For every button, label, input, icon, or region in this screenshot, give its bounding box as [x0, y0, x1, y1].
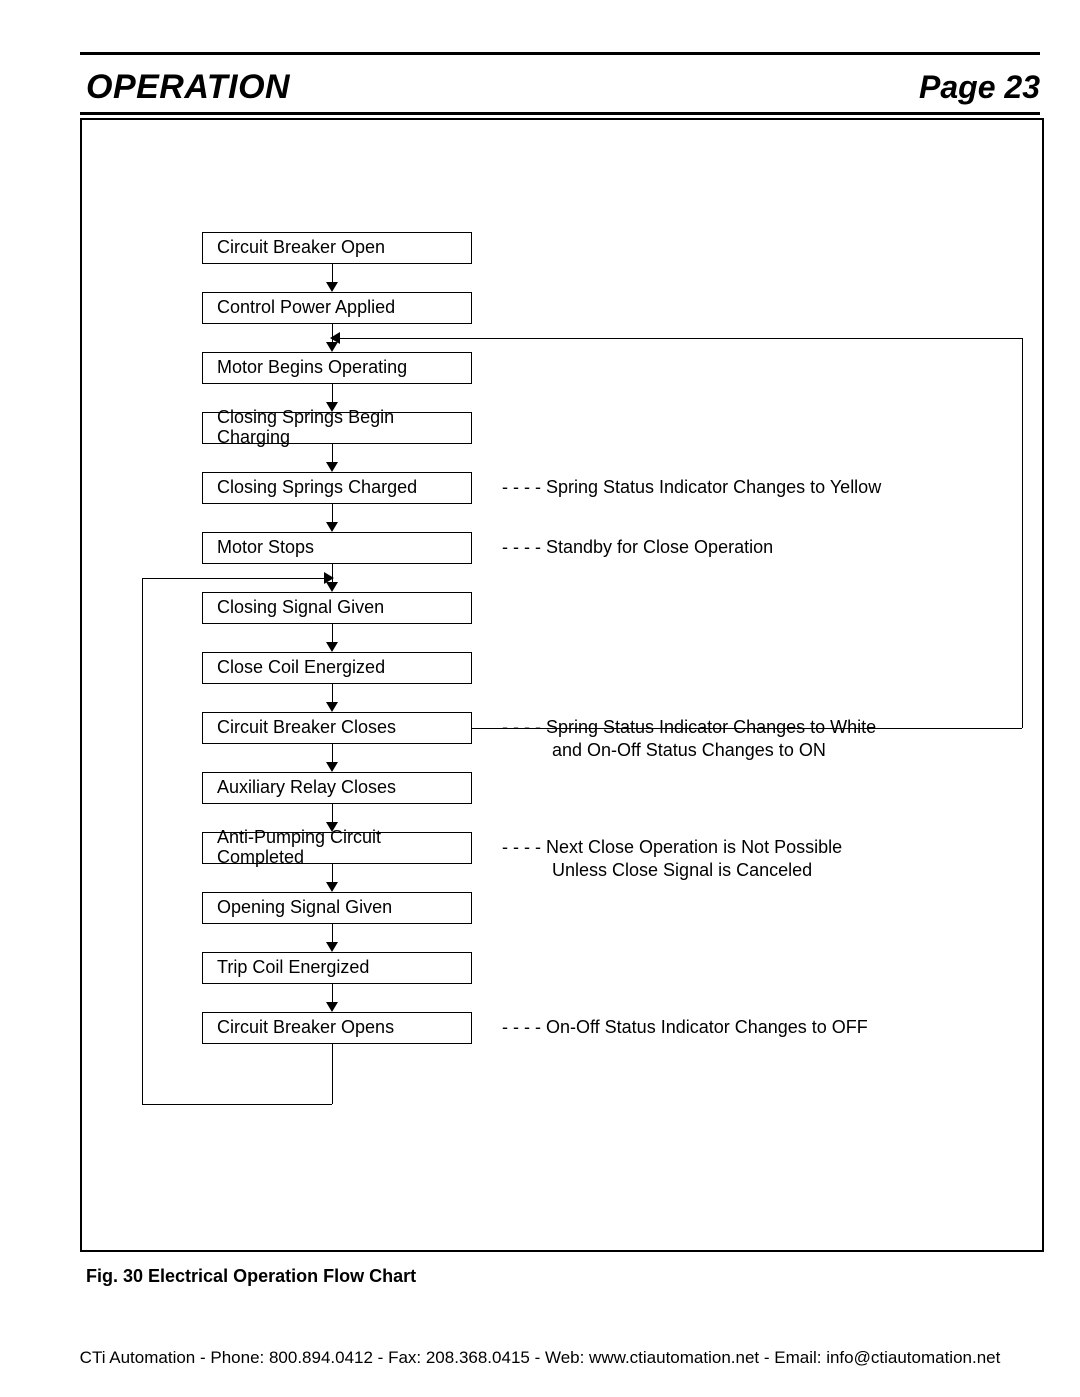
connector [332, 624, 333, 643]
arrow-down-icon [326, 762, 338, 772]
connector [472, 728, 1022, 729]
arrow-down-icon [326, 942, 338, 952]
arrow-down-icon [326, 462, 338, 472]
connector [142, 1104, 332, 1105]
arrow-down-icon [326, 282, 338, 292]
flow-annotation: - - - - On-Off Status Indicator Changes … [502, 1016, 868, 1039]
flow-step-b9: Auxiliary Relay Closes [202, 772, 472, 804]
flow-annotation: - - - - Spring Status Indicator Changes … [502, 716, 876, 763]
page-number: Page 23 [919, 69, 1040, 106]
flow-annotation: - - - - Standby for Close Operation [502, 536, 773, 559]
connector [142, 578, 143, 1104]
flow-step-b13: Circuit Breaker Opens [202, 1012, 472, 1044]
connector [332, 984, 333, 1003]
arrow-down-icon [326, 642, 338, 652]
connector [332, 684, 333, 703]
top-rule [80, 52, 1040, 55]
header-rule [80, 112, 1040, 115]
arrow-down-icon [326, 822, 338, 832]
page-footer: CTi Automation - Phone: 800.894.0412 - F… [0, 1348, 1080, 1368]
flow-step-b12: Trip Coil Energized [202, 952, 472, 984]
flow-step-b0: Circuit Breaker Open [202, 232, 472, 264]
flowchart: Circuit Breaker Open Control Power Applie… [82, 120, 1042, 1250]
flow-step-b6: Closing Signal Given [202, 592, 472, 624]
flow-annotation: - - - - Next Close Operation is Not Poss… [502, 836, 842, 883]
connector [332, 924, 333, 943]
connector [332, 264, 333, 283]
connector [332, 804, 333, 823]
connector [332, 744, 333, 763]
page-header: OPERATION Page 23 [86, 68, 1040, 107]
flow-step-b8: Circuit Breaker Closes [202, 712, 472, 744]
flow-annotation: - - - - Spring Status Indicator Changes … [502, 476, 881, 499]
flow-step-b5: Motor Stops [202, 532, 472, 564]
flow-step-b7: Close Coil Energized [202, 652, 472, 684]
page: OPERATION Page 23 Circuit Breaker Open Co… [0, 0, 1080, 1397]
flow-step-b3: Closing Springs Begin Charging [202, 412, 472, 444]
arrow-left-icon [330, 332, 340, 344]
connector [332, 1044, 333, 1104]
connector [332, 384, 333, 403]
flow-step-b11: Opening Signal Given [202, 892, 472, 924]
arrow-down-icon [326, 882, 338, 892]
connector [332, 504, 333, 523]
arrow-right-icon [324, 572, 334, 584]
arrow-down-icon [326, 522, 338, 532]
connector [142, 578, 324, 579]
flow-step-b10: Anti-Pumping Circuit Completed [202, 832, 472, 864]
section-title: OPERATION [86, 68, 290, 107]
connector [332, 864, 333, 883]
flow-step-b2: Motor Begins Operating [202, 352, 472, 384]
arrow-down-icon [326, 1002, 338, 1012]
figure-caption: Fig. 30 Electrical Operation Flow Chart [86, 1266, 416, 1287]
connector [332, 444, 333, 463]
flow-step-b1: Control Power Applied [202, 292, 472, 324]
connector [1022, 338, 1023, 728]
arrow-down-icon [326, 402, 338, 412]
arrow-down-icon [326, 702, 338, 712]
flow-step-b4: Closing Springs Charged [202, 472, 472, 504]
connector [340, 338, 1022, 339]
diagram-frame: Circuit Breaker Open Control Power Applie… [80, 118, 1044, 1252]
